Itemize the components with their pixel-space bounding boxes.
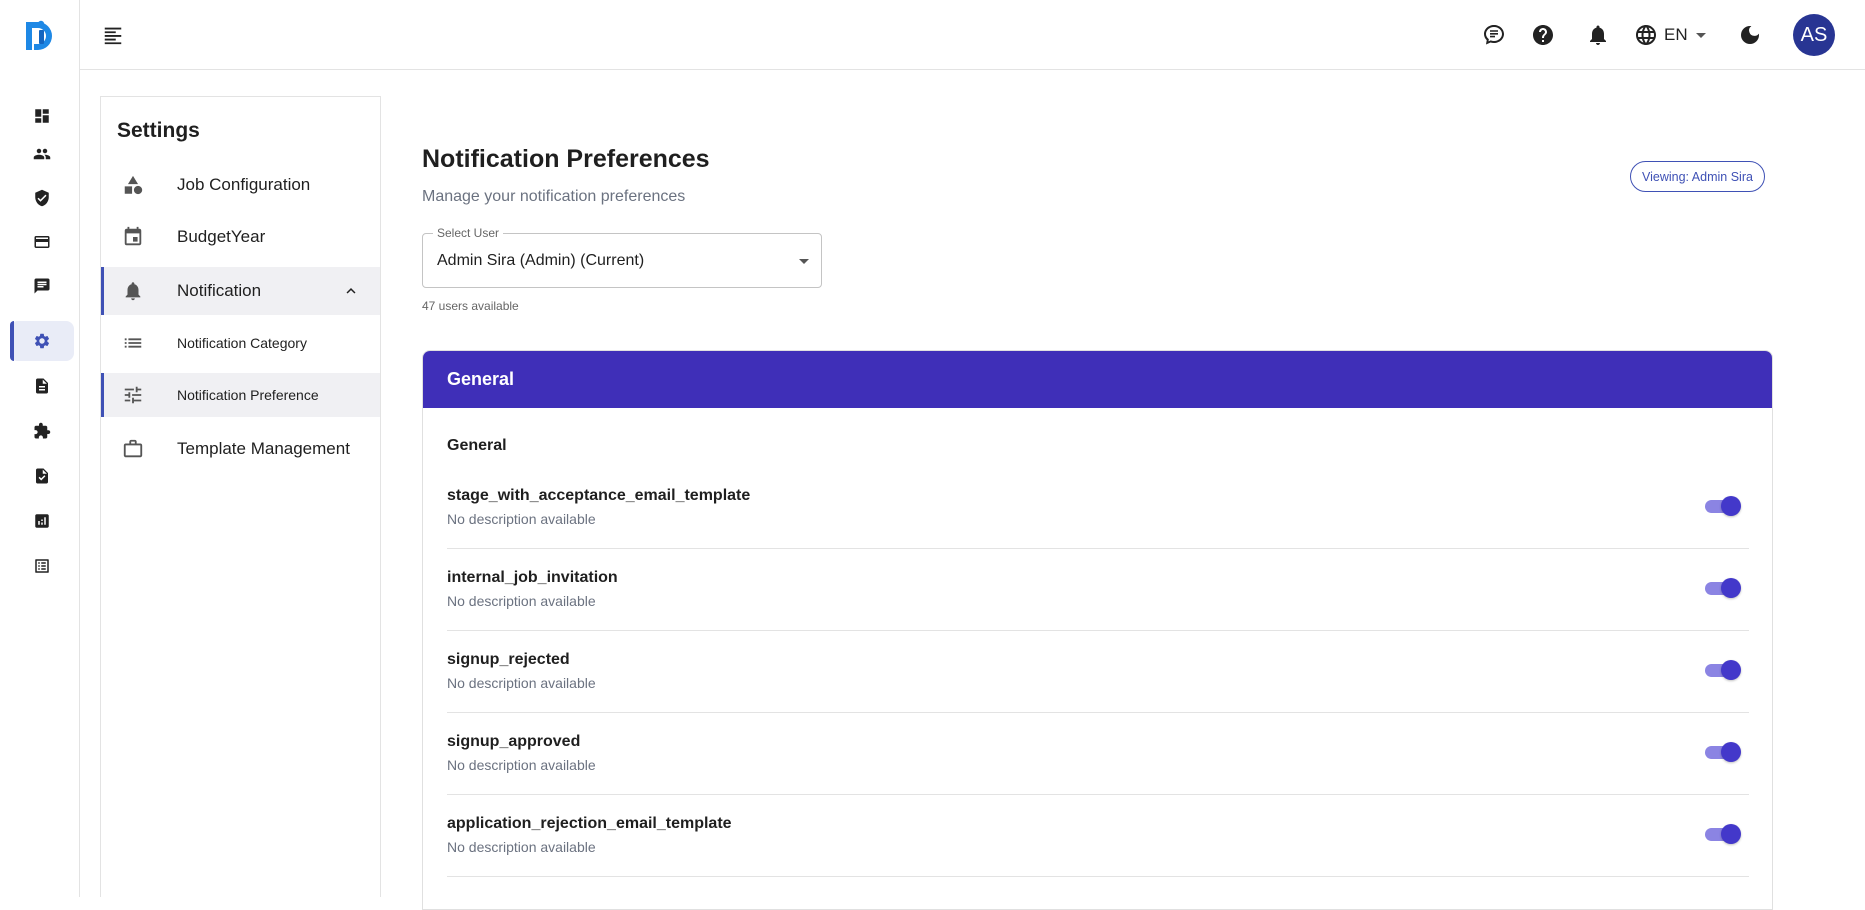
briefcase-icon (121, 437, 145, 461)
settings-item-job-configuration[interactable]: Job Configuration (101, 159, 380, 211)
page-title: Notification Preferences (422, 145, 710, 173)
preference-name: signup_approved (447, 733, 581, 750)
select-user-value: Admin Sira (Admin) (Current) (437, 252, 645, 269)
chevron-down-icon (799, 259, 809, 264)
chat-bubble-icon[interactable] (1480, 21, 1508, 49)
analytics-icon[interactable] (10, 501, 74, 541)
preference-description: No description available (447, 839, 596, 855)
tune-icon (121, 383, 145, 407)
chevron-down-icon (1695, 32, 1706, 38)
users-count-helper: 47 users available (422, 299, 519, 313)
preference-toggle[interactable] (1703, 494, 1741, 518)
list-alt-icon[interactable] (10, 546, 74, 586)
dashboard-icon[interactable] (10, 96, 74, 136)
credit-card-icon[interactable] (10, 222, 74, 262)
chevron-up-icon[interactable] (342, 282, 360, 300)
preference-description: No description available (447, 511, 596, 527)
preference-row: application_rejection_email_template No … (447, 795, 1749, 877)
settings-item-notification[interactable]: Notification (101, 267, 380, 315)
shield-icon[interactable] (10, 178, 74, 218)
preference-description: No description available (447, 593, 596, 609)
preference-description: No description available (447, 675, 596, 691)
preferences-card: General General stage_with_acceptance_em… (422, 350, 1773, 910)
preference-name: internal_job_invitation (447, 569, 618, 586)
bell-icon (121, 279, 145, 303)
settings-title: Settings (117, 119, 200, 142)
dark-mode-moon-icon[interactable] (1736, 21, 1764, 49)
file-check-icon[interactable] (10, 456, 74, 496)
settings-item-label: Job Configuration (177, 175, 311, 194)
preference-row: signup_rejected No description available (447, 631, 1749, 713)
settings-item-label: BudgetYear (177, 227, 266, 246)
viewing-badge: Viewing: Admin Sira (1630, 161, 1765, 192)
section-title: General (447, 437, 507, 454)
preference-name: signup_rejected (447, 651, 570, 668)
settings-item-notification-category[interactable]: Notification Category (101, 319, 380, 367)
preference-toggle[interactable] (1703, 576, 1741, 600)
app-logo[interactable] (24, 18, 56, 52)
puzzle-icon[interactable] (10, 411, 74, 451)
people-icon[interactable] (10, 134, 74, 174)
user-avatar[interactable]: AS (1793, 14, 1835, 56)
globe-icon (1636, 25, 1656, 45)
preference-row: internal_job_invitation No description a… (447, 549, 1749, 631)
calendar-icon (121, 225, 145, 249)
preference-row: stage_with_acceptance_email_template No … (447, 467, 1749, 549)
select-user-dropdown[interactable]: Select User Admin Sira (Admin) (Current) (422, 226, 822, 288)
language-selector[interactable]: EN (1634, 20, 1706, 50)
help-icon[interactable] (1529, 21, 1557, 49)
document-icon[interactable] (10, 366, 74, 406)
settings-item-label: Notification Preference (177, 387, 319, 403)
select-user-label: Select User (433, 226, 504, 240)
settings-item-label: Template Management (177, 439, 350, 458)
settings-item-label: Notification Category (177, 335, 307, 351)
preference-row: signup_approved No description available (447, 713, 1749, 795)
settings-item-budget-year[interactable]: BudgetYear (101, 211, 380, 263)
preference-toggle[interactable] (1703, 658, 1741, 682)
preference-toggle[interactable] (1703, 822, 1741, 846)
settings-item-label: Notification (177, 281, 262, 300)
preference-description: No description available (447, 757, 596, 773)
menu-toggle-icon[interactable] (100, 22, 126, 48)
preference-name: stage_with_acceptance_email_template (447, 487, 751, 504)
top-bar: EN AS (80, 0, 1865, 70)
page-subtitle: Manage your notification preferences (422, 188, 686, 205)
list-icon (121, 331, 145, 355)
settings-icon[interactable] (10, 321, 74, 361)
chat-icon[interactable] (10, 266, 74, 306)
card-header: General (423, 351, 1772, 408)
preference-toggle[interactable] (1703, 740, 1741, 764)
settings-item-notification-preference[interactable]: Notification Preference (101, 373, 380, 417)
preference-name: application_rejection_email_template (447, 815, 732, 832)
left-rail (0, 0, 80, 897)
language-label: EN (1664, 25, 1688, 44)
settings-item-template-management[interactable]: Template Management (101, 421, 380, 477)
notifications-bell-icon[interactable] (1584, 21, 1612, 49)
settings-sidebar: Settings Job Configuration BudgetYear No… (100, 96, 381, 897)
shapes-icon (121, 173, 145, 197)
